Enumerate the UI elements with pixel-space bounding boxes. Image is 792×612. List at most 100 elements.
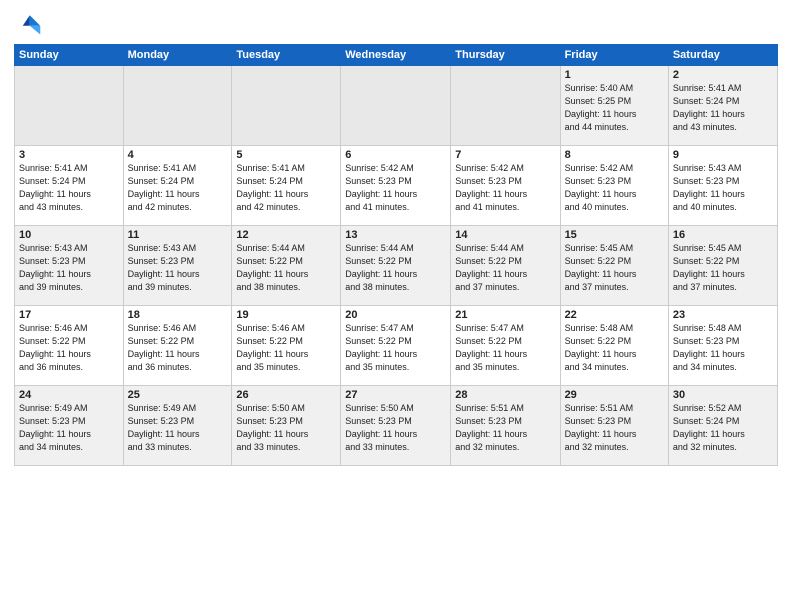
day-info: Sunrise: 5:49 AM Sunset: 5:23 PM Dayligh… xyxy=(19,402,119,454)
day-info: Sunrise: 5:47 AM Sunset: 5:22 PM Dayligh… xyxy=(455,322,555,374)
day-info: Sunrise: 5:44 AM Sunset: 5:22 PM Dayligh… xyxy=(236,242,336,294)
calendar-cell: 13Sunrise: 5:44 AM Sunset: 5:22 PM Dayli… xyxy=(341,226,451,306)
day-info: Sunrise: 5:46 AM Sunset: 5:22 PM Dayligh… xyxy=(19,322,119,374)
day-info: Sunrise: 5:42 AM Sunset: 5:23 PM Dayligh… xyxy=(345,162,446,214)
calendar-cell: 21Sunrise: 5:47 AM Sunset: 5:22 PM Dayli… xyxy=(451,306,560,386)
calendar-week-row: 24Sunrise: 5:49 AM Sunset: 5:23 PM Dayli… xyxy=(15,386,778,466)
calendar-cell: 26Sunrise: 5:50 AM Sunset: 5:23 PM Dayli… xyxy=(232,386,341,466)
day-number: 2 xyxy=(673,69,773,81)
day-number: 9 xyxy=(673,149,773,161)
calendar-cell xyxy=(232,66,341,146)
weekday-header-friday: Friday xyxy=(560,45,668,66)
calendar-cell: 16Sunrise: 5:45 AM Sunset: 5:22 PM Dayli… xyxy=(668,226,777,306)
weekday-header-monday: Monday xyxy=(123,45,232,66)
calendar-cell: 23Sunrise: 5:48 AM Sunset: 5:23 PM Dayli… xyxy=(668,306,777,386)
calendar-cell: 4Sunrise: 5:41 AM Sunset: 5:24 PM Daylig… xyxy=(123,146,232,226)
day-number: 11 xyxy=(128,229,228,241)
weekday-header-sunday: Sunday xyxy=(15,45,124,66)
day-number: 14 xyxy=(455,229,555,241)
day-number: 23 xyxy=(673,309,773,321)
day-number: 5 xyxy=(236,149,336,161)
day-info: Sunrise: 5:41 AM Sunset: 5:24 PM Dayligh… xyxy=(19,162,119,214)
weekday-header-tuesday: Tuesday xyxy=(232,45,341,66)
logo-icon xyxy=(14,10,42,38)
day-number: 19 xyxy=(236,309,336,321)
day-number: 1 xyxy=(565,69,664,81)
calendar-cell: 17Sunrise: 5:46 AM Sunset: 5:22 PM Dayli… xyxy=(15,306,124,386)
calendar-week-row: 1Sunrise: 5:40 AM Sunset: 5:25 PM Daylig… xyxy=(15,66,778,146)
calendar-cell: 18Sunrise: 5:46 AM Sunset: 5:22 PM Dayli… xyxy=(123,306,232,386)
day-info: Sunrise: 5:44 AM Sunset: 5:22 PM Dayligh… xyxy=(455,242,555,294)
calendar-cell: 22Sunrise: 5:48 AM Sunset: 5:22 PM Dayli… xyxy=(560,306,668,386)
day-number: 16 xyxy=(673,229,773,241)
day-number: 30 xyxy=(673,389,773,401)
weekday-header-saturday: Saturday xyxy=(668,45,777,66)
calendar-cell xyxy=(123,66,232,146)
day-info: Sunrise: 5:41 AM Sunset: 5:24 PM Dayligh… xyxy=(128,162,228,214)
calendar-cell: 19Sunrise: 5:46 AM Sunset: 5:22 PM Dayli… xyxy=(232,306,341,386)
calendar-cell: 10Sunrise: 5:43 AM Sunset: 5:23 PM Dayli… xyxy=(15,226,124,306)
day-info: Sunrise: 5:43 AM Sunset: 5:23 PM Dayligh… xyxy=(128,242,228,294)
calendar-cell xyxy=(15,66,124,146)
calendar-cell: 24Sunrise: 5:49 AM Sunset: 5:23 PM Dayli… xyxy=(15,386,124,466)
day-info: Sunrise: 5:49 AM Sunset: 5:23 PM Dayligh… xyxy=(128,402,228,454)
page-header xyxy=(14,10,778,38)
day-info: Sunrise: 5:44 AM Sunset: 5:22 PM Dayligh… xyxy=(345,242,446,294)
day-number: 29 xyxy=(565,389,664,401)
day-info: Sunrise: 5:50 AM Sunset: 5:23 PM Dayligh… xyxy=(345,402,446,454)
calendar-cell: 5Sunrise: 5:41 AM Sunset: 5:24 PM Daylig… xyxy=(232,146,341,226)
day-info: Sunrise: 5:45 AM Sunset: 5:22 PM Dayligh… xyxy=(565,242,664,294)
day-info: Sunrise: 5:46 AM Sunset: 5:22 PM Dayligh… xyxy=(128,322,228,374)
day-info: Sunrise: 5:48 AM Sunset: 5:23 PM Dayligh… xyxy=(673,322,773,374)
day-number: 24 xyxy=(19,389,119,401)
calendar-cell: 8Sunrise: 5:42 AM Sunset: 5:23 PM Daylig… xyxy=(560,146,668,226)
day-number: 22 xyxy=(565,309,664,321)
day-info: Sunrise: 5:51 AM Sunset: 5:23 PM Dayligh… xyxy=(455,402,555,454)
day-info: Sunrise: 5:52 AM Sunset: 5:24 PM Dayligh… xyxy=(673,402,773,454)
day-number: 28 xyxy=(455,389,555,401)
calendar-week-row: 3Sunrise: 5:41 AM Sunset: 5:24 PM Daylig… xyxy=(15,146,778,226)
day-number: 25 xyxy=(128,389,228,401)
weekday-header-thursday: Thursday xyxy=(451,45,560,66)
day-number: 6 xyxy=(345,149,446,161)
day-number: 17 xyxy=(19,309,119,321)
calendar-cell xyxy=(451,66,560,146)
calendar-cell: 20Sunrise: 5:47 AM Sunset: 5:22 PM Dayli… xyxy=(341,306,451,386)
calendar-cell: 11Sunrise: 5:43 AM Sunset: 5:23 PM Dayli… xyxy=(123,226,232,306)
day-info: Sunrise: 5:41 AM Sunset: 5:24 PM Dayligh… xyxy=(673,82,773,134)
calendar-cell: 9Sunrise: 5:43 AM Sunset: 5:23 PM Daylig… xyxy=(668,146,777,226)
day-info: Sunrise: 5:47 AM Sunset: 5:22 PM Dayligh… xyxy=(345,322,446,374)
day-info: Sunrise: 5:43 AM Sunset: 5:23 PM Dayligh… xyxy=(19,242,119,294)
day-number: 21 xyxy=(455,309,555,321)
calendar-cell: 29Sunrise: 5:51 AM Sunset: 5:23 PM Dayli… xyxy=(560,386,668,466)
day-number: 12 xyxy=(236,229,336,241)
day-info: Sunrise: 5:40 AM Sunset: 5:25 PM Dayligh… xyxy=(565,82,664,134)
calendar-cell: 6Sunrise: 5:42 AM Sunset: 5:23 PM Daylig… xyxy=(341,146,451,226)
day-number: 18 xyxy=(128,309,228,321)
day-number: 7 xyxy=(455,149,555,161)
day-number: 15 xyxy=(565,229,664,241)
calendar-cell: 15Sunrise: 5:45 AM Sunset: 5:22 PM Dayli… xyxy=(560,226,668,306)
calendar-cell: 3Sunrise: 5:41 AM Sunset: 5:24 PM Daylig… xyxy=(15,146,124,226)
calendar-cell: 12Sunrise: 5:44 AM Sunset: 5:22 PM Dayli… xyxy=(232,226,341,306)
day-number: 4 xyxy=(128,149,228,161)
day-info: Sunrise: 5:45 AM Sunset: 5:22 PM Dayligh… xyxy=(673,242,773,294)
calendar-week-row: 17Sunrise: 5:46 AM Sunset: 5:22 PM Dayli… xyxy=(15,306,778,386)
calendar-cell: 7Sunrise: 5:42 AM Sunset: 5:23 PM Daylig… xyxy=(451,146,560,226)
calendar-cell: 28Sunrise: 5:51 AM Sunset: 5:23 PM Dayli… xyxy=(451,386,560,466)
day-number: 13 xyxy=(345,229,446,241)
day-info: Sunrise: 5:42 AM Sunset: 5:23 PM Dayligh… xyxy=(455,162,555,214)
day-number: 27 xyxy=(345,389,446,401)
day-info: Sunrise: 5:46 AM Sunset: 5:22 PM Dayligh… xyxy=(236,322,336,374)
logo xyxy=(14,10,46,38)
calendar-cell: 14Sunrise: 5:44 AM Sunset: 5:22 PM Dayli… xyxy=(451,226,560,306)
calendar-cell: 30Sunrise: 5:52 AM Sunset: 5:24 PM Dayli… xyxy=(668,386,777,466)
weekday-header-row: SundayMondayTuesdayWednesdayThursdayFrid… xyxy=(15,45,778,66)
day-info: Sunrise: 5:48 AM Sunset: 5:22 PM Dayligh… xyxy=(565,322,664,374)
day-info: Sunrise: 5:51 AM Sunset: 5:23 PM Dayligh… xyxy=(565,402,664,454)
calendar-week-row: 10Sunrise: 5:43 AM Sunset: 5:23 PM Dayli… xyxy=(15,226,778,306)
calendar-table: SundayMondayTuesdayWednesdayThursdayFrid… xyxy=(14,44,778,466)
calendar-cell: 27Sunrise: 5:50 AM Sunset: 5:23 PM Dayli… xyxy=(341,386,451,466)
calendar-cell: 2Sunrise: 5:41 AM Sunset: 5:24 PM Daylig… xyxy=(668,66,777,146)
day-number: 3 xyxy=(19,149,119,161)
